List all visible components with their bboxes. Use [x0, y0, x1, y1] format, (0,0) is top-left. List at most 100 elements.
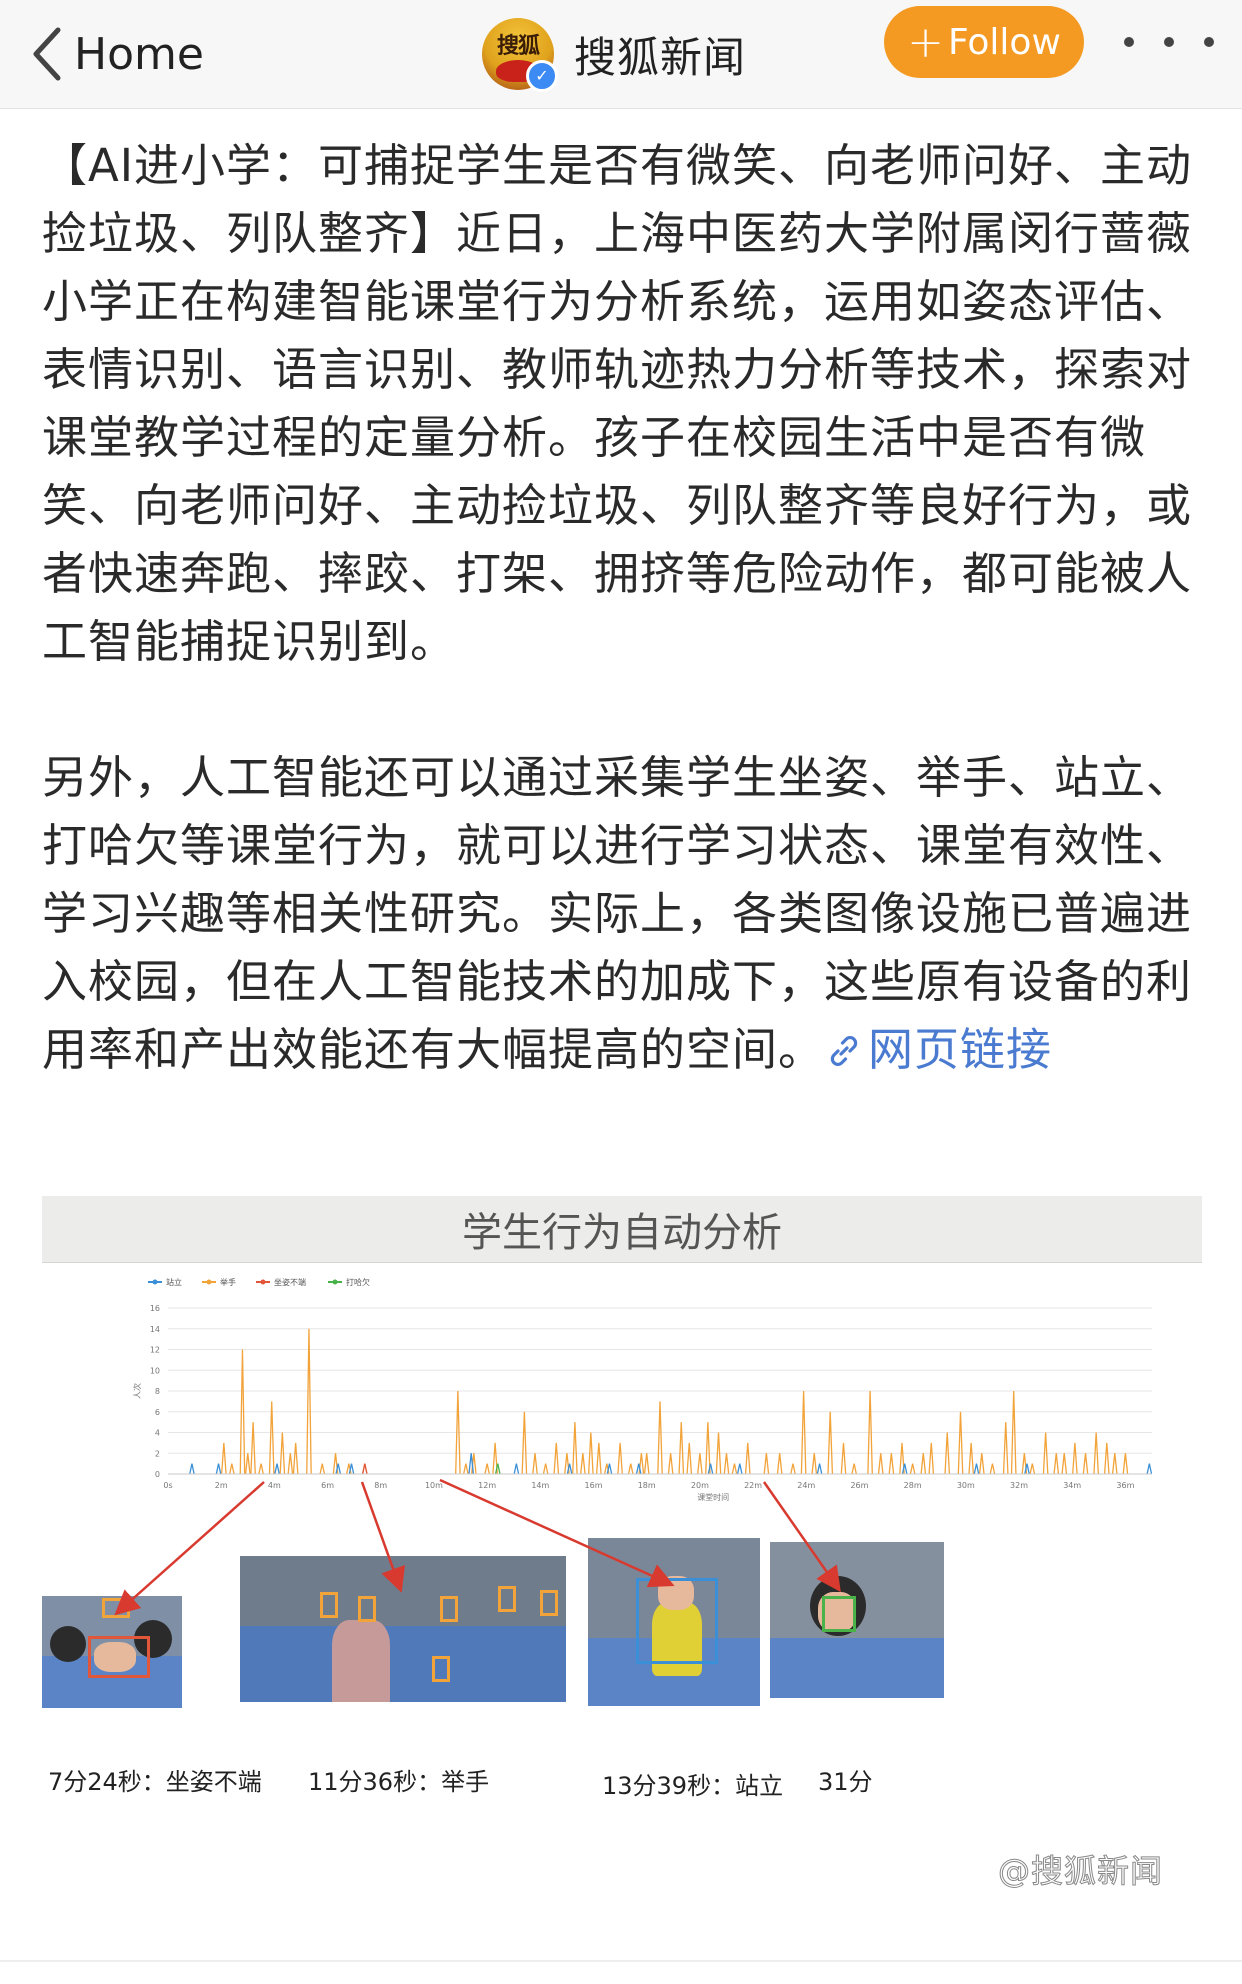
legend-label: 打哈欠 [346, 1277, 370, 1287]
post-image[interactable]: 学生行为自动分析 0 2 4 6 8 10 12 14 16 0s 2m 4m 6m 8m 10m 12m 14… [42, 1196, 1202, 1896]
chart-spike [521, 1411, 528, 1475]
avatar-logo-text: 搜狐 [496, 33, 540, 59]
back-button[interactable]: Home [30, 14, 204, 94]
chart-spike [1029, 1463, 1036, 1475]
post-paragraph-1: 【AI进小学：可捕捉学生是否有微笑、向老师问好、主动捡垃圾、列队整齐】近日，上海… [42, 139, 1193, 668]
chart-spike [790, 1463, 796, 1475]
chart-spike [617, 1442, 623, 1475]
photo-caption-1: 7分24秒：坐姿不端 [48, 1768, 262, 1796]
chart-spike [580, 1453, 586, 1475]
chart-spike [678, 1422, 685, 1475]
post-paragraph-2: 另外，人工智能还可以通过采集学生坐姿、举手、站立、打哈欠等课堂行为，就可以进行学… [42, 744, 1202, 1084]
chart-spike [697, 1453, 703, 1475]
chart-spike [909, 1463, 916, 1475]
chart-spike [811, 1453, 818, 1475]
chart-spike [463, 1463, 469, 1475]
web-link[interactable]: 网页链接 [824, 1023, 1052, 1076]
chart-spike [274, 1463, 280, 1475]
x-tick-label: 0s [163, 1481, 172, 1490]
chart-spike [484, 1463, 490, 1475]
x-tick-label: 6m [321, 1481, 334, 1490]
x-tick-label: 24m [797, 1481, 815, 1490]
link-icon [830, 1036, 858, 1066]
chart-spike [1111, 1453, 1118, 1475]
x-tick-label: 18m [638, 1481, 656, 1490]
avatar[interactable]: 搜狐 ✓ [482, 18, 558, 92]
x-tick-label: 26m [850, 1481, 868, 1490]
classroom-photo-4 [770, 1542, 944, 1698]
legend-label: 坐姿不端 [274, 1277, 306, 1287]
x-tick-label: 36m [1116, 1481, 1134, 1490]
chevron-left-icon [33, 27, 61, 81]
chart-spike [744, 1442, 751, 1475]
chart-spike [361, 1463, 368, 1475]
web-link-label: 网页链接 [868, 1023, 1053, 1076]
chart-spike [840, 1442, 847, 1475]
classroom-photo-2 [240, 1556, 566, 1702]
chart-spike [686, 1442, 693, 1475]
account-name[interactable]: 搜狐新闻 [574, 24, 746, 85]
chart-spike [319, 1463, 326, 1475]
chart-spike [287, 1453, 294, 1475]
y-tick-label: 10 [150, 1366, 160, 1375]
legend-marker [332, 1279, 338, 1285]
x-tick-label: 4m [268, 1481, 281, 1490]
follow-button[interactable]: + Follow [884, 6, 1084, 78]
post-body: 【AI进小学：可捕捉学生是否有微笑、向老师问好、主动捡垃圾、列队整齐】近日，上海… [42, 132, 1202, 1084]
chart-spike [542, 1463, 549, 1475]
y-tick-label: 0 [155, 1470, 160, 1479]
chart-spike [968, 1442, 975, 1475]
chart-spike [827, 1411, 834, 1475]
x-tick-label: 12m [478, 1481, 496, 1490]
more-options-button[interactable] [1124, 22, 1214, 62]
chart-spike [723, 1453, 730, 1475]
chart-spike [763, 1453, 770, 1475]
chart-spike [973, 1463, 980, 1475]
x-tick-label: 10m [425, 1481, 443, 1490]
detection-box [440, 1596, 458, 1622]
chart-spike [595, 1442, 602, 1475]
chart-spike [1082, 1453, 1089, 1475]
chart-spike [957, 1411, 964, 1475]
chart-spike [1103, 1442, 1110, 1475]
x-tick-label: 34m [1063, 1481, 1081, 1490]
y-tick-label: 6 [155, 1408, 160, 1417]
chart-spike [228, 1463, 235, 1475]
detection-box [432, 1656, 450, 1682]
dot-icon [1164, 37, 1174, 47]
y-tick-label: 8 [155, 1387, 160, 1396]
legend-marker [260, 1279, 266, 1285]
chart-spike [928, 1442, 935, 1475]
chart-spike [657, 1401, 663, 1475]
figure-title: 学生行为自动分析 [42, 1196, 1202, 1263]
legend-label: 站立 [166, 1277, 182, 1287]
chart-spike [348, 1463, 355, 1475]
account-header[interactable]: 搜狐 ✓ 搜狐新闻 [482, 10, 746, 98]
chart-spike [1146, 1463, 1153, 1475]
chart-spike [1002, 1422, 1009, 1475]
back-label: Home [74, 28, 204, 80]
watermark: @搜狐新闻 [997, 1852, 1164, 1891]
chart-spike [532, 1453, 538, 1475]
chart-spike [250, 1422, 256, 1475]
detection-box [498, 1586, 516, 1612]
x-tick-label: 8m [374, 1481, 387, 1490]
chart-spike [572, 1422, 578, 1475]
chart-spike [1072, 1442, 1078, 1475]
verified-badge-icon: ✓ [526, 60, 558, 92]
classroom-photo-3 [588, 1538, 760, 1706]
x-tick-label: 28m [904, 1481, 922, 1490]
y-axis-label: 人次 [132, 1383, 142, 1399]
chart-spike [627, 1463, 634, 1475]
photo-caption-3: 13分39秒：站立 [602, 1772, 784, 1800]
chart-spike [776, 1453, 783, 1475]
chart-spike [215, 1463, 222, 1475]
chart-spike [189, 1463, 195, 1475]
y-tick-label: 16 [150, 1304, 160, 1313]
chart-spike [851, 1463, 857, 1475]
chart-spike [1122, 1453, 1129, 1475]
behavior-chart-svg: 0 2 4 6 8 10 12 14 16 0s 2m 4m 6m 8m 10m 12m 14m 16m 18m 20… [132, 1277, 1153, 1502]
y-tick-label: 2 [155, 1449, 160, 1458]
x-tick-label: 14m [531, 1481, 549, 1490]
dot-icon [1124, 37, 1134, 47]
